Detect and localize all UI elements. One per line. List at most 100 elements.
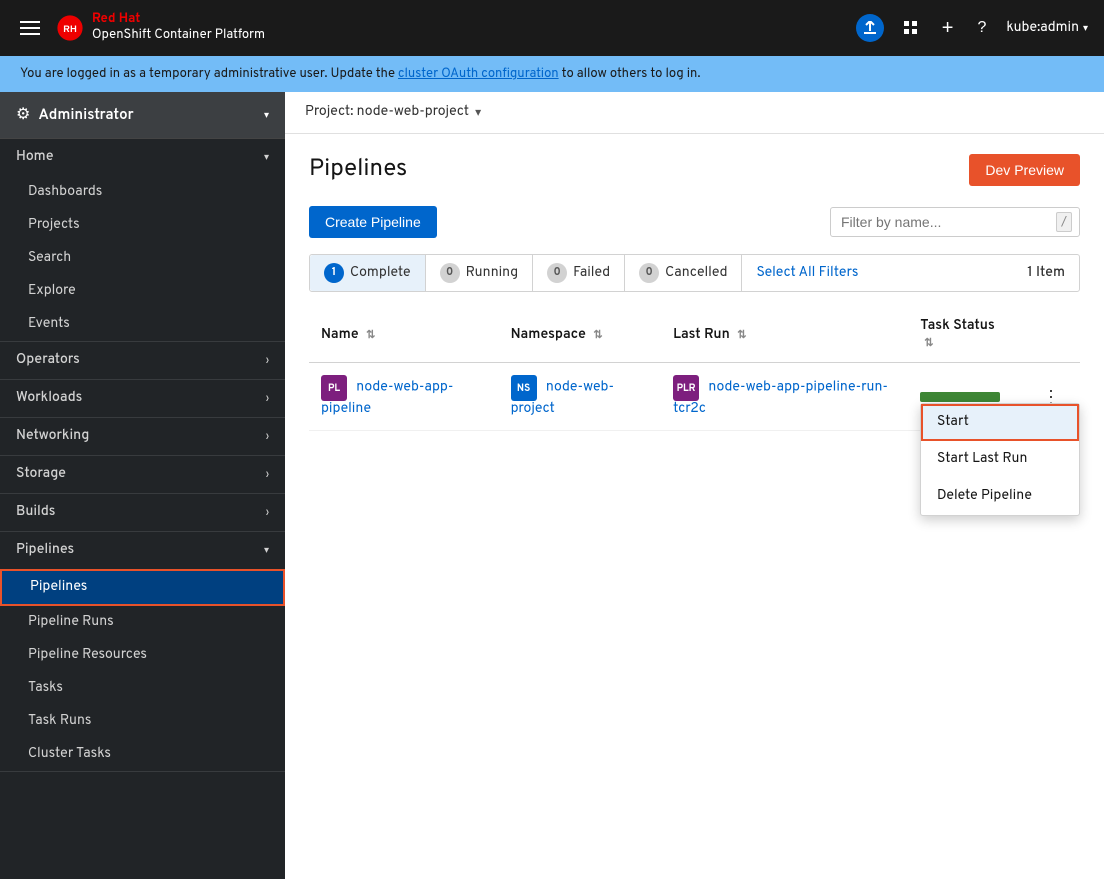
sidebar-section-pipelines-header[interactable]: Pipelines ▾ [0,532,285,569]
sidebar-section-operators-header[interactable]: Operators › [0,342,285,379]
user-menu-chevron: ▾ [1083,22,1088,35]
brand-ocp: OpenShift Container Platform [92,28,265,44]
top-navigation: RH Red Hat OpenShift Container Platform … [0,0,1104,56]
sidebar-operators-label: Operators [16,352,80,369]
sidebar-builds-chevron: › [266,506,269,519]
filter-tab-failed[interactable]: 0 Failed [533,255,625,291]
last-run-sort-icon[interactable]: ⇅ [737,329,746,343]
dropdown-item-delete-pipeline[interactable]: Delete Pipeline [921,478,1079,515]
dropdown-item-start[interactable]: Start [921,404,1079,441]
sidebar-home-chevron: ▾ [264,151,269,164]
last-run-link[interactable]: node-web-app-pipeline-run-tcr2c [673,380,888,419]
sidebar-section-home: Home ▾ Dashboards Projects Search Explor… [0,139,285,342]
sidebar-workloads-label: Workloads [16,390,82,407]
sidebar-storage-label: Storage [16,466,66,483]
last-run-cell: PLR node-web-app-pipeline-run-tcr2c [661,363,908,431]
sidebar-item-tasks[interactable]: Tasks [0,672,285,705]
sidebar-item-cluster-tasks[interactable]: Cluster Tasks [0,738,285,771]
dev-preview-button[interactable]: Dev Preview [969,154,1080,186]
col-header-actions [1022,308,1080,363]
pipelines-table: Name ⇅ Namespace ⇅ Last Run ⇅ Task Sta [309,308,1080,431]
table-header-row: Name ⇅ Namespace ⇅ Last Run ⇅ Task Sta [309,308,1080,363]
pl-badge: PL [321,375,347,401]
project-selector[interactable]: Project: node-web-project ▾ [305,104,481,121]
svg-text:RH: RH [63,23,77,36]
sidebar-networking-chevron: › [266,430,269,443]
page-header: Pipelines Dev Preview [309,154,1080,186]
sidebar-admin-chevron: ▾ [264,109,269,122]
sidebar-section-storage: Storage › [0,456,285,494]
sidebar-item-task-runs[interactable]: Task Runs [0,705,285,738]
sidebar-workloads-chevron: › [266,392,269,405]
sidebar-section-home-label: Home [16,149,53,166]
sidebar-networking-label: Networking [16,428,89,445]
user-menu[interactable]: kube:admin ▾ [1006,20,1088,37]
sidebar-section-builds-header[interactable]: Builds › [0,494,285,531]
filter-tab-complete[interactable]: 1 Complete [310,255,426,291]
brand-redhat: Red Hat [92,12,265,28]
toolbar: Create Pipeline / [309,206,1080,238]
col-header-name: Name ⇅ [309,308,499,363]
filter-tab-cancelled[interactable]: 0 Cancelled [625,255,742,291]
sidebar-item-pipelines[interactable]: Pipelines [0,569,285,606]
sidebar-storage-chevron: › [266,468,269,481]
sidebar-item-pipeline-resources[interactable]: Pipeline Resources [0,639,285,672]
filter-tab-running[interactable]: 0 Running [426,255,534,291]
filter-slash-shortcut: / [1056,212,1072,232]
action-cell: ⋮ Start Start Last Run Delete Pipeline [1022,363,1080,431]
pipeline-name-cell: PL node-web-app-pipeline [309,363,499,431]
info-banner-text: You are logged in as a temporary adminis… [20,66,398,82]
info-banner: You are logged in as a temporary adminis… [0,56,1104,92]
upload-button[interactable] [856,14,884,42]
help-button[interactable]: ? [973,15,990,41]
cancelled-label: Cancelled [665,265,727,282]
select-all-filters-button[interactable]: Select All Filters [742,257,872,290]
ns-badge: NS [511,375,537,401]
sidebar: ⚙ Administrator ▾ Home ▾ Dashboards Proj… [0,92,285,879]
sidebar-builds-label: Builds [16,504,55,521]
hamburger-icon [20,21,40,35]
complete-label: Complete [350,265,411,282]
namespace-cell: NS node-web-project [499,363,662,431]
grid-icon [904,21,918,35]
sidebar-section-workloads: Workloads › [0,380,285,418]
name-sort-icon[interactable]: ⇅ [366,329,375,343]
content-area: Project: node-web-project ▾ Pipelines De… [285,92,1104,879]
sidebar-section-home-header[interactable]: Home ▾ [0,139,285,176]
gear-icon: ⚙ [16,104,30,126]
dropdown-item-start-last-run[interactable]: Start Last Run [921,441,1079,478]
sidebar-section-pipelines: Pipelines ▾ Pipelines Pipeline Runs Pipe… [0,532,285,772]
sidebar-section-operators: Operators › [0,342,285,380]
namespace-sort-icon[interactable]: ⇅ [593,329,602,343]
col-header-task-status: Task Status ⇅ [908,308,1022,363]
plr-badge: PLR [673,375,699,401]
sidebar-operators-chevron: › [266,354,269,367]
sidebar-item-pipeline-runs[interactable]: Pipeline Runs [0,606,285,639]
col-header-last-run: Last Run ⇅ [661,308,908,363]
sidebar-item-search[interactable]: Search [0,242,285,275]
sidebar-item-projects[interactable]: Projects [0,209,285,242]
task-status-sort-icon[interactable]: ⇅ [924,337,933,351]
sidebar-section-networking-header[interactable]: Networking › [0,418,285,455]
items-count: 1 Item [1013,257,1079,290]
sidebar-admin-switcher[interactable]: ⚙ Administrator ▾ [0,92,285,139]
hamburger-menu-button[interactable] [16,17,44,39]
project-chevron: ▾ [475,105,481,121]
project-header: Project: node-web-project ▾ [285,92,1104,134]
filter-by-name-input[interactable] [830,207,1080,237]
filter-input-container: / [830,207,1080,237]
sidebar-item-dashboards[interactable]: Dashboards [0,176,285,209]
sidebar-item-explore[interactable]: Explore [0,275,285,308]
create-pipeline-button[interactable]: Create Pipeline [309,206,437,238]
sidebar-section-storage-header[interactable]: Storage › [0,456,285,493]
failed-count: 0 [547,263,567,283]
add-button[interactable]: + [938,13,958,44]
brand-logo-area: RH Red Hat OpenShift Container Platform [56,12,265,43]
sidebar-admin-label: Administrator [38,106,256,125]
oauth-config-link[interactable]: cluster OAuth configuration [398,66,559,82]
sidebar-item-events[interactable]: Events [0,308,285,341]
sidebar-section-workloads-header[interactable]: Workloads › [0,380,285,417]
sidebar-section-networking: Networking › [0,418,285,456]
grid-menu-button[interactable] [900,17,922,39]
filter-tabs: 1 Complete 0 Running 0 Failed 0 Cancelle… [309,254,1080,292]
